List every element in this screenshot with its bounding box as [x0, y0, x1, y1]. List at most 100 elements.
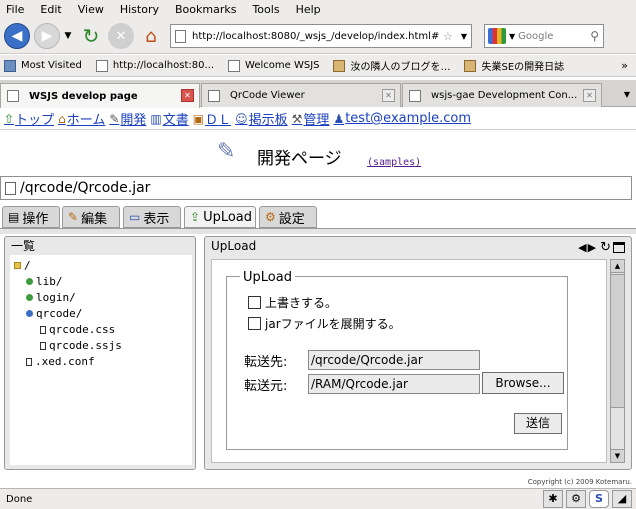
bookmark-dev-diary[interactable]: 失業SEの開発日誌 — [464, 58, 564, 73]
tree-node-lib[interactable]: lib/ — [26, 275, 63, 288]
samples-link[interactable]: (samples) — [367, 157, 421, 168]
overwrite-checkbox[interactable] — [248, 296, 261, 309]
tab-view[interactable]: ▭ 表示 — [123, 206, 181, 228]
tab-label: 操作 — [22, 211, 49, 227]
folder-icon — [4, 59, 16, 72]
menu-edit[interactable]: Edit — [40, 3, 61, 16]
home-button[interactable]: ⌂ — [138, 23, 164, 49]
user-icon: ♟ — [333, 111, 345, 126]
forward-arrow-icon: ▶ — [41, 28, 53, 44]
expand-icon[interactable] — [26, 278, 33, 285]
scroll-up-icon[interactable]: ▲ — [611, 260, 624, 273]
bookmark-label: Welcome WSJS — [245, 60, 320, 71]
close-tab-icon[interactable]: ✕ — [382, 89, 395, 102]
bookmark-label: http://localhost:80... — [112, 60, 215, 71]
menu-tools[interactable]: Tools — [252, 3, 279, 16]
close-tab-icon[interactable]: ✕ — [583, 89, 596, 102]
tab-upload[interactable]: ⇪ UpLoad — [184, 206, 256, 228]
nav-link-label: トップ — [15, 113, 55, 128]
menu-file[interactable]: File — [6, 3, 24, 16]
search-engine-dropdown-icon[interactable]: ▼ — [509, 32, 515, 41]
tree-node-qrcode[interactable]: qrcode/ — [26, 307, 82, 320]
url-bar[interactable]: http://localhost:8080/_wsjs_/develop/ind… — [170, 24, 472, 48]
nav-link-download[interactable]: ▣ ＤＬ — [193, 109, 231, 129]
overwrite-checkbox-row[interactable]: 上書きする。 — [248, 294, 337, 311]
url-dropdown-icon[interactable]: ▼ — [461, 32, 467, 41]
close-tab-icon[interactable]: ✕ — [181, 89, 194, 102]
tab-edit[interactable]: ✎ 編集 — [62, 206, 120, 228]
back-button[interactable]: ◀ — [4, 23, 30, 49]
tab-list-dropdown-icon[interactable]: ▼ — [624, 90, 630, 99]
tab-wsjs-develop[interactable]: WSJS develop page ✕ — [0, 83, 200, 108]
nav-link-develop[interactable]: ✎ 開発 — [109, 109, 146, 129]
expand-jar-checkbox-row[interactable]: jarファイルを展開する。 — [248, 315, 401, 332]
collapse-icon[interactable] — [26, 310, 33, 317]
tab-qrcode-viewer[interactable]: QrCode Viewer ✕ — [201, 83, 401, 107]
nav-link-docs[interactable]: ▥ 文書 — [150, 109, 188, 129]
tree-node-xed-conf[interactable]: .xed.conf — [26, 355, 95, 368]
arrow-right-icon[interactable]: ▶ — [588, 241, 596, 254]
nav-link-user[interactable]: ♟ test@example.com — [333, 111, 471, 126]
up-arrow-icon: ⇧ — [4, 111, 15, 126]
forward-button[interactable]: ▶ — [34, 23, 60, 49]
tab-label: 編集 — [81, 211, 108, 227]
vertical-scrollbar[interactable]: ▲ ▼ — [610, 259, 625, 463]
bookmark-label: 失業SEの開発日誌 — [481, 62, 565, 73]
bookmark-localhost[interactable]: http://localhost:80... — [95, 59, 215, 72]
book-icon: ▥ — [150, 111, 162, 126]
bookmark-neighbor-blog[interactable]: 汝の隣人のブログを… — [333, 58, 450, 73]
nav-link-admin[interactable]: ⚒ 管理 — [292, 109, 330, 129]
google-icon[interactable] — [488, 28, 506, 44]
arrow-left-icon[interactable]: ◀ — [578, 241, 586, 254]
tab-settings[interactable]: ⚙ 設定 — [259, 206, 317, 228]
stop-button[interactable]: ✕ — [108, 23, 134, 49]
scrollbar-thumb[interactable] — [611, 274, 624, 408]
browse-button[interactable]: Browse... — [482, 372, 564, 394]
expand-icon[interactable] — [26, 294, 33, 301]
menu-help[interactable]: Help — [296, 3, 321, 16]
tree-node-qrcode-ssjs[interactable]: qrcode.ssjs — [40, 339, 122, 352]
search-bar[interactable]: ▼ Google ⚲ — [484, 24, 604, 48]
menu-history[interactable]: History — [120, 3, 159, 16]
bookmark-star-icon[interactable]: ☆ — [443, 30, 453, 43]
bookmark-label: Most Visited — [21, 60, 82, 71]
nav-link-label: 掲示板 — [248, 113, 288, 128]
menu-view[interactable]: View — [78, 3, 104, 16]
resize-grip-icon[interactable]: ◢ — [612, 490, 632, 508]
list-icon: ▤ — [8, 210, 20, 224]
tab-wsjs-gae[interactable]: wsjs-gae Development Con... ✕ — [402, 83, 602, 107]
tree-node-root[interactable]: / — [14, 259, 31, 272]
menu-bookmarks[interactable]: Bookmarks — [175, 3, 236, 16]
nav-link-top[interactable]: ⇧ トップ — [4, 109, 55, 129]
pencil-icon: ✎ — [68, 210, 79, 224]
bookmark-welcome-wsjs[interactable]: Welcome WSJS — [228, 59, 320, 72]
destination-input[interactable]: /qrcode/Qrcode.jar — [308, 350, 480, 370]
tab-operate[interactable]: ▤ 操作 — [2, 206, 60, 228]
source-input[interactable]: /RAM/Qrcode.jar — [308, 374, 480, 394]
nav-link-home[interactable]: ⌂ ホーム — [58, 109, 105, 129]
bookmarks-overflow-button[interactable]: » — [621, 59, 628, 72]
search-input[interactable]: Google — [518, 31, 590, 42]
expand-jar-checkbox[interactable] — [248, 317, 261, 330]
s-icon[interactable]: S — [589, 490, 609, 508]
submit-button[interactable]: 送信 — [514, 413, 562, 434]
url-text[interactable]: http://localhost:8080/_wsjs_/develop/ind… — [192, 31, 439, 42]
reload-button[interactable]: ↻ — [78, 23, 104, 49]
nav-link-bbs[interactable]: ☺ 掲示板 — [235, 109, 288, 129]
tree-node-login[interactable]: login/ — [26, 291, 76, 304]
network-icon[interactable]: ⚙ — [566, 490, 586, 508]
file-list-panel: 一覧 / lib/ login/ qrcode/ qrcode.css qrco… — [4, 236, 196, 470]
scroll-down-icon[interactable]: ▼ — [611, 449, 624, 462]
page-icon — [208, 89, 220, 102]
current-path-field[interactable]: /qrcode/Qrcode.jar — [0, 176, 632, 200]
refresh-icon[interactable]: ↻ — [600, 240, 611, 255]
bug-icon[interactable]: ✱ — [543, 490, 563, 508]
maximize-icon[interactable] — [613, 242, 625, 253]
upload-form-area: UpLoad 上書きする。 jarファイルを展開する。 転送先: /qrcode… — [211, 259, 607, 463]
tree-node-qrcode-css[interactable]: qrcode.css — [40, 323, 115, 336]
history-dropdown-button[interactable]: ▼ — [62, 23, 74, 49]
status-icons: ✱ ⚙ S ◢ — [540, 490, 632, 508]
page-icon — [409, 89, 421, 102]
search-icon[interactable]: ⚲ — [590, 29, 599, 43]
bookmark-most-visited[interactable]: Most Visited — [4, 59, 82, 72]
